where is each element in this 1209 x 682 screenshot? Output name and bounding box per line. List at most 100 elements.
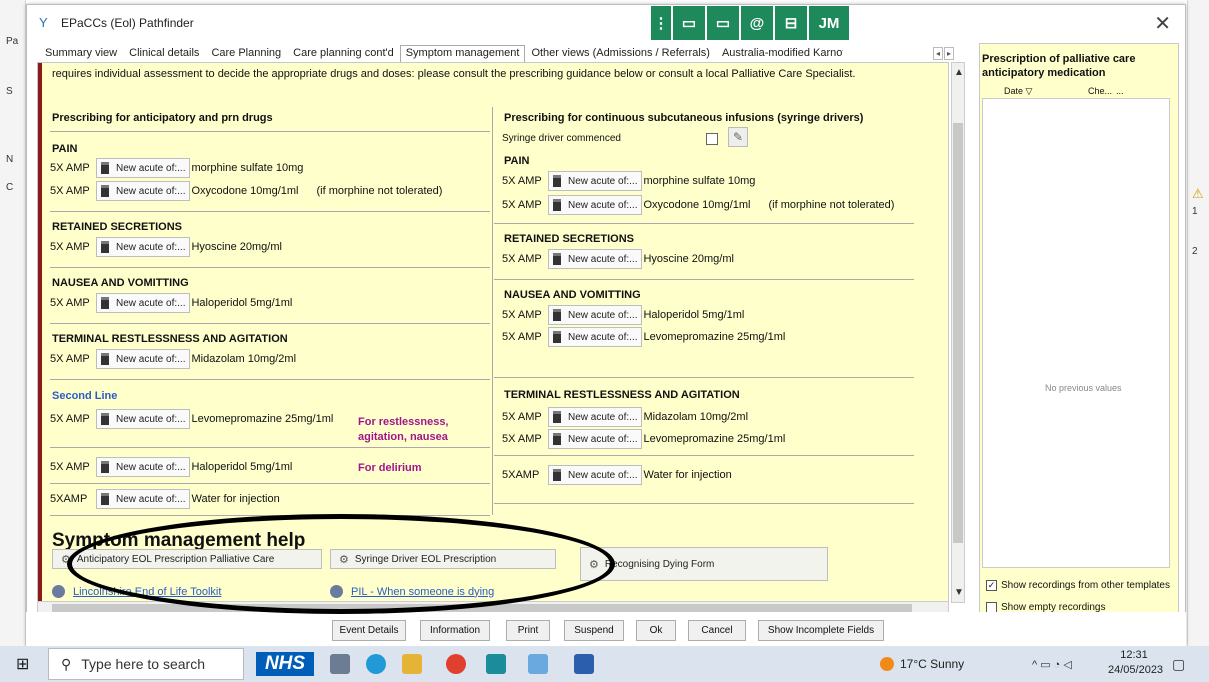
prescription-icon <box>101 461 109 473</box>
close-button[interactable]: ✕ <box>1154 11 1171 36</box>
col-more[interactable]: ... <box>1116 86 1136 97</box>
edge-icon[interactable] <box>366 654 386 674</box>
drug-name: morphine sulfate 10mg <box>191 162 304 174</box>
tab-summary-view[interactable]: Summary view <box>39 45 123 63</box>
vertical-scrollbar[interactable]: ▲ ▼ <box>951 62 965 603</box>
drug-name: Levomepromazine 25mg/1ml <box>191 413 334 425</box>
systmone-icon[interactable] <box>528 654 548 674</box>
drug-name: Haloperidol 5mg/1ml <box>191 297 293 309</box>
scroll-up-arrow[interactable]: ▲ <box>954 67 964 78</box>
inbox-icon[interactable]: ⊟ <box>775 6 807 40</box>
windows-start-icon[interactable]: ⊞ <box>16 646 29 682</box>
syringe-commenced-checkbox[interactable] <box>706 133 718 148</box>
new-acute-button[interactable]: New acute of:... <box>96 349 191 369</box>
divider <box>50 379 490 380</box>
more-icon[interactable]: ⋮ <box>651 6 671 40</box>
nhs-logo[interactable]: NHS <box>256 652 314 676</box>
anticipatory-eol-button[interactable]: ⚙ Anticipatory EOL Prescription Palliativ… <box>52 549 322 569</box>
divider <box>50 447 490 448</box>
drug-name: Water for injection <box>191 493 280 505</box>
new-acute-button[interactable]: New acute of:... <box>548 249 643 269</box>
new-acute-button[interactable]: New acute of:... <box>548 429 643 449</box>
new-acute-button[interactable]: New acute of:... <box>548 465 643 485</box>
new-acute-button[interactable]: New acute of:... <box>96 158 191 178</box>
gear-icon: ⚙ <box>339 553 349 566</box>
bg-label: 2 <box>1192 246 1198 257</box>
show-other-templates-checkbox[interactable]: ✓ Show recordings from other templates <box>986 580 1170 591</box>
event-details-button[interactable]: Event Details <box>332 620 406 641</box>
new-acute-button[interactable]: New acute of:... <box>96 181 191 201</box>
tab-scroll-left-button[interactable]: ◂ <box>933 47 943 60</box>
tab-scroll-right-button[interactable]: ▸ <box>944 47 954 60</box>
tab-care-planning-contd[interactable]: Care planning cont'd <box>287 45 400 63</box>
user-initials[interactable]: JM <box>809 6 849 40</box>
taskbar-search[interactable]: ⚲ Type here to search <box>48 648 244 680</box>
col-che[interactable]: Che... <box>1088 86 1116 97</box>
gear-icon: ⚙ <box>589 558 599 571</box>
toolkit-link[interactable]: Lincolnshire End of Life Toolkit <box>52 585 221 598</box>
edit-pencil-icon[interactable]: ✎ <box>728 127 748 147</box>
system-tray-icons[interactable]: ^ ▭ ◔ ◁ <box>1032 646 1072 682</box>
print-button[interactable]: Print <box>506 620 550 641</box>
tab-symptom-management[interactable]: Symptom management <box>399 45 526 63</box>
accurx-icon[interactable] <box>486 654 506 674</box>
prescription-icon <box>553 469 561 481</box>
task-view-icon[interactable] <box>330 654 350 674</box>
tab-clinical-details[interactable]: Clinical details <box>123 45 205 63</box>
tab-care-planning[interactable]: Care Planning <box>205 45 287 63</box>
scroll-thumb[interactable] <box>52 604 912 612</box>
clock[interactable]: 12:31 24/05/2023 <box>1108 648 1163 678</box>
history-list: No previous values <box>982 98 1170 568</box>
recognising-dying-button[interactable]: ⚙ Recognising Dying Form <box>580 547 828 581</box>
chat-icon[interactable]: ▭ <box>673 6 705 40</box>
history-columns: Date ▽ Che... ... <box>1004 86 1136 97</box>
suspend-button[interactable]: Suspend <box>564 620 624 641</box>
pil-link[interactable]: PIL - When someone is dying <box>330 585 494 598</box>
cancel-button[interactable]: Cancel <box>688 620 746 641</box>
information-button[interactable]: Information <box>420 620 490 641</box>
scroll-thumb[interactable] <box>953 123 963 543</box>
syringe-driver-eol-button[interactable]: ⚙ Syringe Driver EOL Prescription <box>330 549 556 569</box>
search-icon: ⚲ <box>61 655 72 672</box>
bg-label: N <box>6 154 14 165</box>
new-acute-button[interactable]: New acute of:... <box>548 407 643 427</box>
med-qty: 5X AMP <box>502 433 542 445</box>
med-row: 5X AMP New acute of:... Haloperidol 5mg/… <box>502 305 744 325</box>
tab-other-views[interactable]: Other views (Admissions / Referrals) <box>525 45 716 63</box>
prescription-icon <box>553 309 561 321</box>
new-acute-button[interactable]: New acute of:... <box>548 305 643 325</box>
drug-name: Hyoscine 20mg/ml <box>643 253 734 265</box>
drug-name: morphine sulfate 10mg <box>643 175 756 187</box>
new-acute-button[interactable]: New acute of:... <box>96 489 191 509</box>
prescription-icon <box>101 185 109 197</box>
chrome-icon[interactable] <box>446 654 466 674</box>
epaccs-dialog: Y EPaCCs (Eol) Pathfinder ✕ Summary view… <box>26 4 1186 646</box>
new-acute-button[interactable]: New acute of:... <box>96 237 191 257</box>
new-acute-button[interactable]: New acute of:... <box>548 195 643 215</box>
med-row: 5X AMP New acute of:... Haloperidol 5mg/… <box>50 293 292 313</box>
anticipatory-heading: Prescribing for anticipatory and prn dru… <box>52 112 273 124</box>
new-acute-button[interactable]: New acute of:... <box>548 171 643 191</box>
word-icon[interactable] <box>574 654 594 674</box>
mention-icon[interactable]: @ <box>741 6 773 40</box>
med-row: 5X AMP New acute of:... Midazolam 10mg/2… <box>50 349 296 369</box>
drug-name: Midazolam 10mg/2ml <box>191 353 297 365</box>
new-acute-button[interactable]: New acute of:... <box>548 327 643 347</box>
background-app-right: ⚠ 1 2 <box>1187 0 1209 646</box>
ok-button[interactable]: Ok <box>636 620 676 641</box>
history-panel: Prescription of palliative care anticipa… <box>979 43 1179 617</box>
tab-karnofsky[interactable]: Australia-modified Karnofsky <box>716 45 844 63</box>
video-icon[interactable]: ▭ <box>707 6 739 40</box>
warning-icon: ⚠ <box>1192 186 1204 201</box>
new-acute-button[interactable]: New acute of:... <box>96 409 191 429</box>
new-acute-button[interactable]: New acute of:... <box>96 293 191 313</box>
weather-widget[interactable]: 17°C Sunny <box>880 646 964 682</box>
show-incomplete-button[interactable]: Show Incomplete Fields <box>758 620 884 641</box>
bg-label: S <box>6 86 13 97</box>
file-explorer-icon[interactable] <box>402 654 422 674</box>
notifications-icon[interactable]: ▢ <box>1172 646 1185 682</box>
bg-label: Pa <box>6 36 19 47</box>
new-acute-button[interactable]: New acute of:... <box>96 457 191 477</box>
col-date[interactable]: Date ▽ <box>1004 86 1088 97</box>
scroll-down-arrow[interactable]: ▼ <box>954 587 964 598</box>
